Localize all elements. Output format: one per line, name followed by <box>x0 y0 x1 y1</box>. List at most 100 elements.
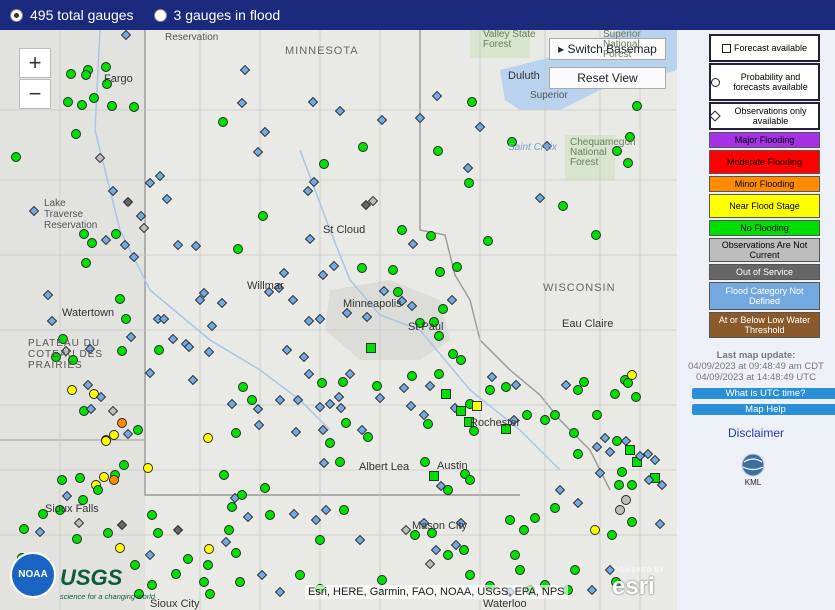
gauge-marker-no[interactable] <box>227 502 237 512</box>
reset-view-button[interactable]: Reset View <box>549 67 666 89</box>
gauge-marker-no[interactable] <box>357 263 367 273</box>
gauge-marker-not_defined[interactable] <box>320 504 332 516</box>
disclaimer-link[interactable]: Disclaimer <box>677 426 835 440</box>
gauge-marker-no[interactable] <box>612 436 622 446</box>
gauge-marker-no[interactable] <box>147 510 157 520</box>
gauge-marker-near[interactable] <box>109 430 119 440</box>
gauge-marker-no[interactable] <box>530 513 540 523</box>
gauge-marker-no[interactable] <box>627 517 637 527</box>
gauge-marker-not_current[interactable] <box>424 558 436 570</box>
gauge-marker-no[interactable] <box>623 378 633 388</box>
gauge-marker-no[interactable] <box>426 231 436 241</box>
gauge-marker-not_defined[interactable] <box>303 315 315 327</box>
gauge-marker-no[interactable] <box>87 238 97 248</box>
gauge-marker-no[interactable] <box>130 560 140 570</box>
gauge-marker-no[interactable] <box>372 381 382 391</box>
gauge-marker-no[interactable] <box>550 503 560 513</box>
gauge-marker-not_defined[interactable] <box>398 382 410 394</box>
gauge-marker-no[interactable] <box>317 378 327 388</box>
gauge-marker-no[interactable] <box>607 530 617 540</box>
gauge-marker-not_defined[interactable] <box>317 424 329 436</box>
gauge-marker-no[interactable] <box>465 475 475 485</box>
gauge-marker-no[interactable] <box>319 159 329 169</box>
gauge-marker-no[interactable] <box>465 570 475 580</box>
gauge-marker-not_defined[interactable] <box>594 467 606 479</box>
gauge-marker-not_defined[interactable] <box>203 346 215 358</box>
gauge-marker-no[interactable] <box>558 201 568 211</box>
gauge-marker-not_defined[interactable] <box>333 391 345 403</box>
gauge-marker-no[interactable] <box>366 343 376 353</box>
gauge-marker-no[interactable] <box>153 528 163 538</box>
gauge-marker-not_defined[interactable] <box>344 368 356 380</box>
gauge-marker-no[interactable] <box>75 473 85 483</box>
gauge-marker-no[interactable] <box>570 565 580 575</box>
gauge-marker-not_defined[interactable] <box>334 105 346 117</box>
gauge-marker-not_defined[interactable] <box>304 233 316 245</box>
gauge-marker-not_defined[interactable] <box>414 112 426 124</box>
gauge-marker-not_defined[interactable] <box>144 177 156 189</box>
gauge-marker-not_defined[interactable] <box>206 320 218 332</box>
gauge-marker-no[interactable] <box>569 428 579 438</box>
gauge-marker-no[interactable] <box>573 449 583 459</box>
gauge-marker-not_defined[interactable] <box>510 379 522 391</box>
gauge-marker-not_defined[interactable] <box>100 234 112 246</box>
gauge-marker-no[interactable] <box>591 230 601 240</box>
gauge-marker-not_defined[interactable] <box>288 508 300 520</box>
gauge-marker-not_defined[interactable] <box>122 428 134 440</box>
gauge-marker-not_defined[interactable] <box>259 126 271 138</box>
gauge-marker-not_defined[interactable] <box>298 351 310 363</box>
gauge-marker-no[interactable] <box>627 480 637 490</box>
gauge-marker-no[interactable] <box>103 528 113 538</box>
gauge-marker-not_defined[interactable] <box>406 300 418 312</box>
gauge-marker-no[interactable] <box>66 69 76 79</box>
gauge-marker-not_defined[interactable] <box>135 210 147 222</box>
gauge-marker-no[interactable] <box>93 485 103 495</box>
gauge-marker-no[interactable] <box>260 483 270 493</box>
gauge-marker-no[interactable] <box>443 485 453 495</box>
gauge-marker-no[interactable] <box>485 385 495 395</box>
gauge-marker-no[interactable] <box>81 70 91 80</box>
gauge-marker-not_defined[interactable] <box>187 374 199 386</box>
gauge-marker-no[interactable] <box>358 142 368 152</box>
gauge-marker-not_current[interactable] <box>107 405 119 417</box>
gauge-marker-no[interactable] <box>579 377 589 387</box>
gauge-marker-no[interactable] <box>610 389 620 399</box>
gauge-marker-no[interactable] <box>341 418 351 428</box>
gauge-marker-not_defined[interactable] <box>239 64 251 76</box>
gauge-marker-near[interactable] <box>590 525 600 535</box>
gauge-marker-not_defined[interactable] <box>154 170 166 182</box>
gauge-marker-no[interactable] <box>218 117 228 127</box>
gauge-marker-not_defined[interactable] <box>554 484 566 496</box>
gauge-marker-no[interactable] <box>459 545 469 555</box>
gauge-marker-no[interactable] <box>522 410 532 420</box>
gauge-marker-not_current[interactable] <box>615 505 625 515</box>
gauge-marker-no[interactable] <box>107 101 117 111</box>
gauge-marker-not_defined[interactable] <box>474 121 486 133</box>
gauge-marker-not_current[interactable] <box>400 524 412 536</box>
gauge-marker-not_defined[interactable] <box>220 536 232 548</box>
gauge-marker-near[interactable] <box>204 544 214 554</box>
gauge-marker-no[interactable] <box>407 371 417 381</box>
gauge-marker-not_defined[interactable] <box>107 185 119 197</box>
gauge-marker-not_defined[interactable] <box>292 394 304 406</box>
gauge-marker-not_defined[interactable] <box>462 162 474 174</box>
gauge-marker-not_defined[interactable] <box>361 311 373 323</box>
gauge-marker-out[interactable] <box>122 196 134 208</box>
gauge-marker-no[interactable] <box>338 377 348 387</box>
gauge-marker-no[interactable] <box>111 229 121 239</box>
gauge-marker-near[interactable] <box>101 436 111 446</box>
gauge-marker-no[interactable] <box>237 490 247 500</box>
gauge-marker-no[interactable] <box>295 570 305 580</box>
gauge-marker-not_defined[interactable] <box>310 514 322 526</box>
gauge-marker-not_defined[interactable] <box>172 239 184 251</box>
gauge-marker-not_defined[interactable] <box>274 394 286 406</box>
gauge-marker-no[interactable] <box>388 265 398 275</box>
gauge-marker-not_defined[interactable] <box>125 331 137 343</box>
gauge-marker-no[interactable] <box>147 580 157 590</box>
gauge-marker-no[interactable] <box>377 575 387 585</box>
gauge-marker-no[interactable] <box>247 395 257 405</box>
gauge-marker-not_current[interactable] <box>621 495 631 505</box>
gauge-marker-not_defined[interactable] <box>407 238 419 250</box>
gauge-marker-no[interactable] <box>540 415 550 425</box>
gauge-marker-no[interactable] <box>171 569 181 579</box>
